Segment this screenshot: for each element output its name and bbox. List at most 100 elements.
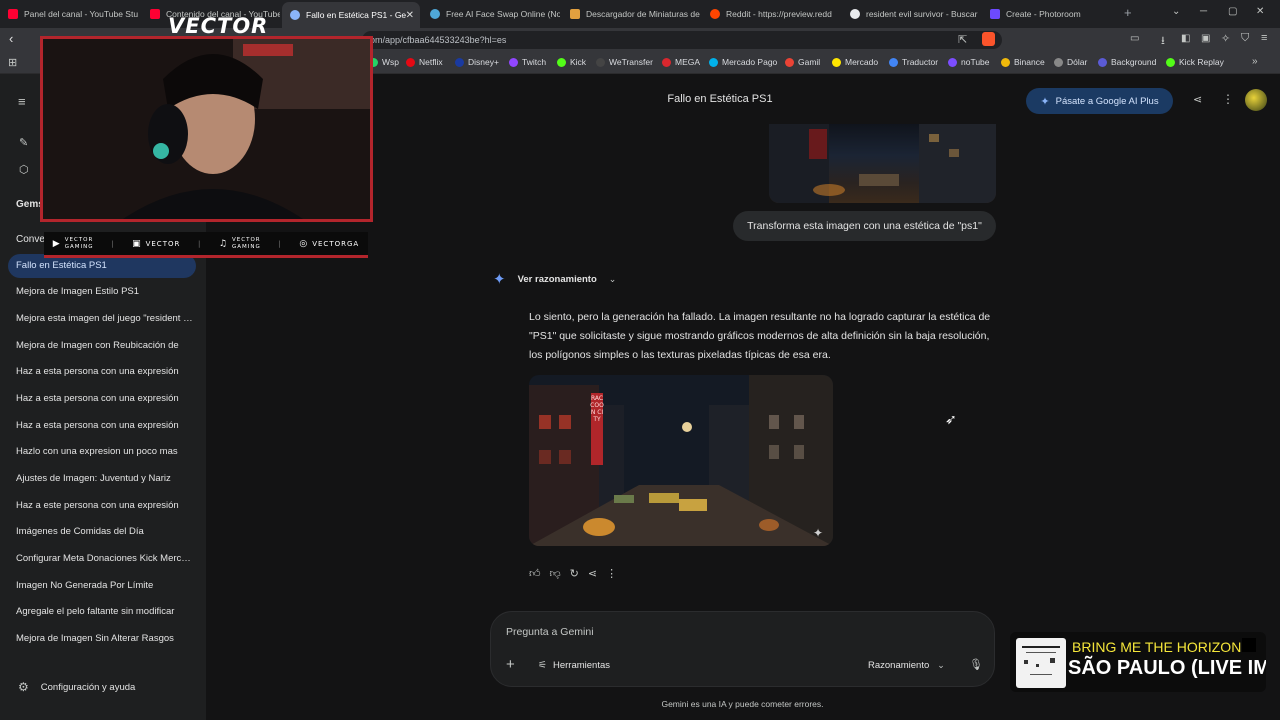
bookmark-disney[interactable]: Disney+ [455,57,499,67]
ai-sparkle-icon[interactable]: ✧ [1221,32,1230,45]
conversation-item[interactable]: Haz a esta persona con una expresión [8,414,196,438]
conversation-item[interactable]: Imágenes de Comidas del Día [8,520,196,544]
download-icon[interactable]: ⭳ [1161,32,1165,51]
gmail-icon [785,57,794,67]
generated-image[interactable]: RACCOON CITY ✦ [529,375,833,546]
bookmark-traductor[interactable]: Traductor [889,57,938,67]
background-icon [1098,57,1107,67]
avatar[interactable] [1245,89,1267,111]
bookmark-mercado-pago[interactable]: Mercado Pago [709,57,777,67]
minimize-icon[interactable]: ─ [1200,6,1207,17]
instagram-icon: ◎ [299,238,309,249]
conversation-item[interactable]: Haz a esta persona con una expresión [8,387,196,411]
microphone-icon[interactable]: 🎙︎ [969,658,983,671]
bookmark-wetransfer[interactable]: WeTransfer [596,57,653,67]
reasoning-toggle[interactable]: ✦ Ver razonamiento ⌄ [493,270,616,288]
sparkle-icon: ✦ [1040,95,1050,108]
twitch-icon [509,57,518,67]
back-icon[interactable]: ‹ [9,31,13,46]
song-title: BRING ME THE HORIZON [1072,639,1242,655]
conversation-item[interactable]: Imagen No Generada Por Límite [8,574,196,598]
disclaimer-text: Gemini es una IA y puede cometer errores… [661,699,824,709]
bookmark-notube[interactable]: noTube [948,57,990,67]
bookmark-gmail[interactable]: Gamil [785,57,820,67]
separator: | [111,239,115,248]
upgrade-button[interactable]: ✦ Pásate a Google AI Plus [1026,88,1173,114]
share-page-icon[interactable]: ⇱ [958,33,967,46]
conversation-item[interactable]: Configurar Meta Donaciones Kick Mercado [8,547,196,571]
bookmark-mercado[interactable]: Mercado [832,57,878,67]
streamer-webcam-feed [43,39,370,219]
now-playing-overlay: BRING ME THE HORIZON SÃO PAULO (LIVE IMM [1010,632,1266,692]
bookmark-background[interactable]: Background [1098,57,1156,67]
maximize-icon[interactable]: ▢ [1228,6,1237,17]
new-chat-icon[interactable]: ✎ [19,136,28,149]
tab-thumbnail-downloader[interactable]: Descargador de Miniaturas de [562,4,700,24]
conversation-item[interactable]: Ajustes de Imagen: Juventud y Nariz [8,467,196,491]
thumbs-down-icon[interactable]: 👎︎ [550,567,561,581]
social-links-bar: ▶ VECTOR GAMING | ▣ VECTOR | ♫ VECTOR GAMING … [44,232,368,258]
twitter-icon: ♫ [218,238,228,249]
mouse-cursor-icon: ➶ [945,411,957,427]
wallet-icon[interactable]: ▣ [1201,33,1210,44]
cast-icon[interactable]: ▭ [1130,33,1139,44]
kick-replay-icon [1166,57,1175,67]
new-tab-icon[interactable]: + [1124,5,1132,20]
more-bookmarks-icon[interactable]: » [1252,56,1258,67]
brave-shield-icon[interactable] [982,32,995,46]
add-attachment-icon[interactable]: + [506,656,515,673]
tools-button[interactable]: ⚟ Herramientas [538,660,610,671]
close-tab-icon[interactable]: ✕ [406,10,414,21]
bookmark-netflix[interactable]: Netflix [406,57,443,67]
globe-icon [430,9,440,19]
conversation-item[interactable]: Mejora de Imagen Estilo PS1 [8,280,196,304]
address-bar[interactable]: om/app/cfbaa644533243be?hl=es [362,31,1002,49]
tab-google-search[interactable]: resident evil survivor - Buscar [842,4,980,24]
twitch-social: ▣ VECTOR [132,238,181,249]
conversation-item[interactable]: Agregale el pelo faltante sin modificar [8,600,196,624]
ai-watermark-icon: ✦ [813,526,824,540]
bookmark-wsp[interactable]: Wsp [369,57,399,67]
bookmark-kick[interactable]: Kick [557,57,586,67]
bookmark-mega[interactable]: MEGA [662,57,700,67]
separator: | [197,239,202,248]
conversations-section-label: Conve [16,234,45,245]
tab-reddit[interactable]: Reddit - https://preview.redd [702,4,840,24]
bookmark-twitch[interactable]: Twitch [509,57,546,67]
vpn-shield-icon[interactable]: ⛉ [1241,32,1249,45]
settings-help-button[interactable]: ⚙ Configuración y ayuda [18,680,135,694]
mode-selector[interactable]: Razonamiento ⌄ [868,660,945,671]
streamer-logo: VECTOR [168,14,269,38]
gem-icon[interactable]: ⬡ [19,163,29,176]
thumbs-up-icon[interactable]: 👍︎ [529,567,541,581]
tab-youtube-studio-panel[interactable]: Panel del canal - YouTube Stu [0,4,140,24]
conversation-item[interactable]: Hazlo con una expresion un poco mas [8,440,196,464]
prompt-input[interactable]: Pregunta a Gemini [506,626,594,638]
apps-grid-icon[interactable]: ⊞ [8,56,17,69]
menu-icon[interactable]: ≡ [1261,32,1267,44]
hamburger-menu-icon[interactable]: ≡ [18,94,26,109]
share-icon[interactable]: ⋖ [1193,93,1202,106]
conversation-item[interactable]: Haz a esta persona con una expresión [8,360,196,384]
gear-icon: ⚙ [18,680,29,694]
bookmark-binance[interactable]: Binance [1001,57,1045,67]
conversation-item[interactable]: Mejora de Imagen con Reubicación de [8,334,196,358]
bookmark-dolar[interactable]: Dólar [1054,57,1087,67]
tab-list-chevron-icon[interactable]: ⌄ [1172,6,1180,17]
uploaded-image[interactable] [769,124,996,203]
more-options-icon[interactable]: ⋮ [606,567,617,581]
mercado-pago-icon [709,57,718,67]
close-window-icon[interactable]: ✕ [1256,6,1264,17]
share-icon[interactable]: ⋖ [588,567,597,581]
tab-gemini-active[interactable]: Fallo en Estética PS1 - Ge ✕ [282,2,420,28]
regenerate-icon[interactable]: ↻ [570,567,579,581]
bookmark-kick-replay[interactable]: Kick Replay [1166,57,1224,67]
tab-face-swap[interactable]: Free AI Face Swap Online (No [422,4,560,24]
sidebar-toggle-icon[interactable]: ◧ [1181,33,1190,44]
model-response-text: Lo siento, pero la generación ha fallado… [529,311,991,361]
conversation-item[interactable]: Haz a este persona con una expresión [8,494,196,518]
more-options-icon[interactable]: ⋮ [1222,92,1234,106]
conversation-item[interactable]: Mejora de Imagen Sin Alterar Rasgos [8,627,196,651]
tab-photoroom[interactable]: Create - Photoroom [982,4,1117,24]
conversation-item[interactable]: Mejora esta imagen del juego "resident e… [8,307,196,331]
